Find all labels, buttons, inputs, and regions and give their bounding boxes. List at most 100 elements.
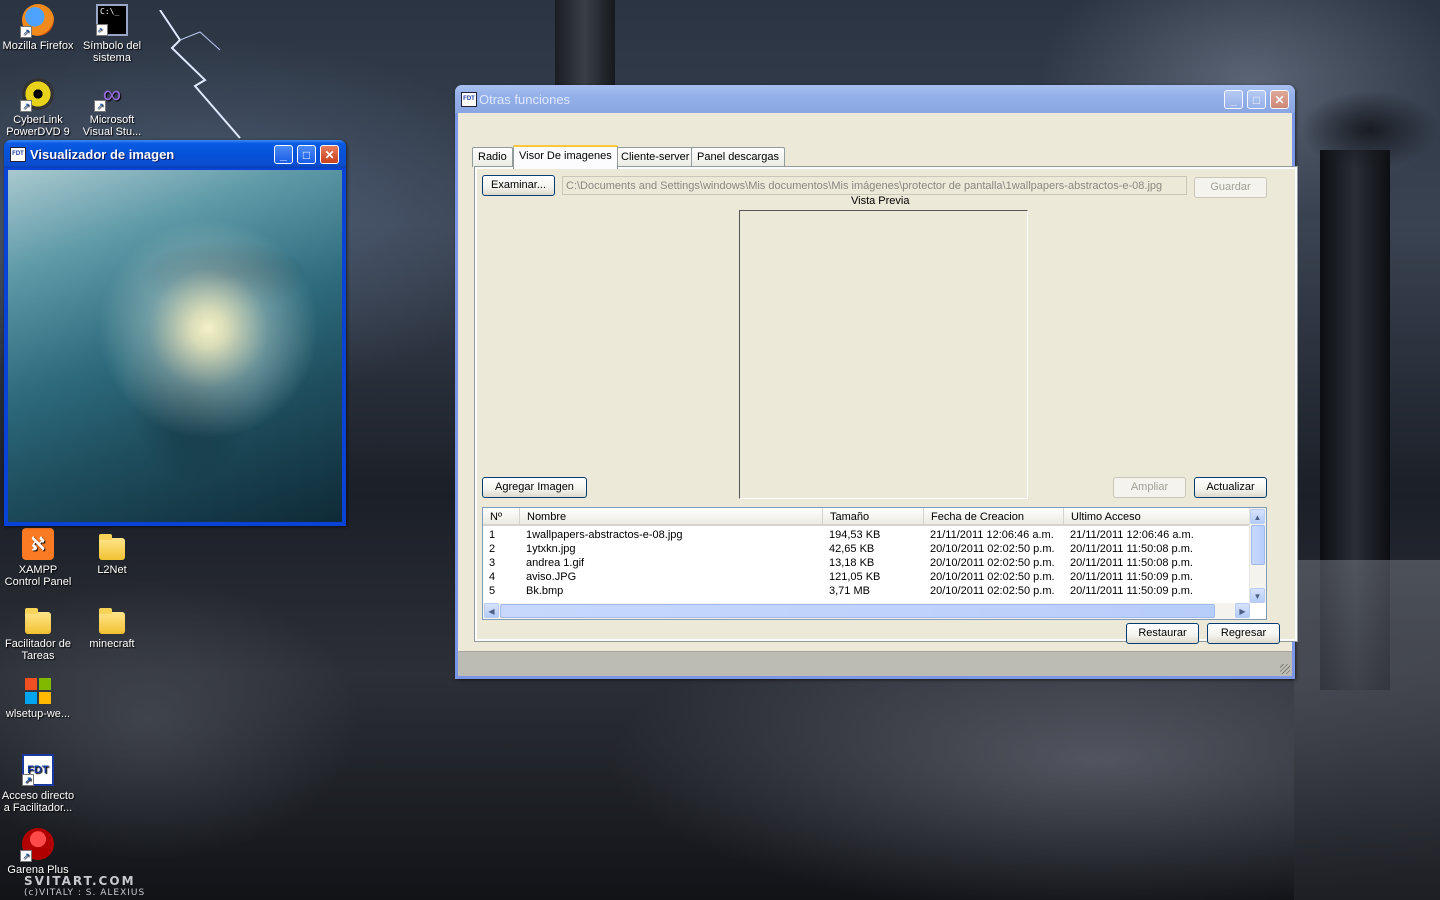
back-button[interactable]: Regresar xyxy=(1207,623,1280,644)
cell-last-access: 20/11/2011 11:50:08 p.m. xyxy=(1070,557,1193,569)
desktop-icon-visual-studio[interactable]: ∞ Microsoft Visual Stu... xyxy=(74,78,150,138)
cell-number: 4 xyxy=(489,571,496,583)
desktop-icon-cmd[interactable]: C:\_ Símbolo del sistema xyxy=(74,4,150,64)
desktop-icon-xampp[interactable]: ℵ XAMPP Control Panel xyxy=(0,528,76,588)
desktop-icon-firefox[interactable]: Mozilla Firefox xyxy=(0,4,76,52)
desktop-icon-fdt-shortcut[interactable]: FDT Acceso directo a Facilitador... xyxy=(0,754,76,814)
desktop-icon-powerdvd[interactable]: CyberLink PowerDVD 9 xyxy=(0,78,76,138)
add-image-button[interactable]: Agregar Imagen xyxy=(482,477,587,498)
vertical-scrollbar[interactable]: ▲ ▼ xyxy=(1249,508,1266,603)
desktop-icon-facilitador[interactable]: Facilitador de Tareas xyxy=(0,606,76,662)
image-viewer-client xyxy=(8,170,342,522)
cell-number: 5 xyxy=(489,585,496,597)
cell-last-access: 20/11/2011 11:50:09 p.m. xyxy=(1070,585,1193,597)
garena-icon xyxy=(20,828,54,862)
column-header-name[interactable]: Nombre xyxy=(520,508,823,526)
cell-last-access: 21/11/2011 12:06:46 a.m. xyxy=(1070,529,1194,541)
fdt-app-icon: FDT xyxy=(10,147,26,162)
table-row[interactable]: 4 aviso.JPG 121,05 KB 20/10/2011 02:02:50 p… xyxy=(483,570,1250,584)
maximize-button[interactable]: □ xyxy=(297,145,316,164)
tab-radio[interactable]: Radio xyxy=(472,147,513,167)
wallpaper-watermark: SVITART.COM (c)VITALY : S. ALEXIUS xyxy=(24,874,146,898)
table-row[interactable]: 5 Bk.bmp 3,71 MB 20/10/2011 02:02:50 p.m. 20… xyxy=(483,584,1250,598)
cell-number: 1 xyxy=(489,529,496,541)
table-row[interactable]: 3 andrea 1.gif 13,18 KB 20/10/2011 02:02:50… xyxy=(483,556,1250,570)
windows-logo-icon xyxy=(25,678,51,704)
cell-created: 20/10/2011 02:02:50 p.m. xyxy=(930,557,1055,569)
displayed-image xyxy=(8,170,342,522)
zoom-button[interactable]: Ampliar xyxy=(1113,477,1186,498)
column-header-last-access[interactable]: Ultimo Acceso xyxy=(1064,508,1250,526)
save-button[interactable]: Guardar xyxy=(1194,177,1267,198)
cell-size: 13,18 KB xyxy=(829,557,875,569)
desktop-icon-wlsetup[interactable]: wlsetup-we... xyxy=(0,678,76,720)
lightning-decoration xyxy=(159,10,241,139)
window-title: Visualizador de imagen xyxy=(30,147,175,162)
cell-created: 20/10/2011 02:02:50 p.m. xyxy=(930,571,1055,583)
powerdvd-icon xyxy=(20,78,54,112)
desktop-icon-garena[interactable]: Garena Plus xyxy=(0,828,76,876)
scroll-down-arrow-icon[interactable]: ▼ xyxy=(1250,588,1265,603)
horizontal-scroll-thumb[interactable] xyxy=(500,604,1215,618)
cell-name: 1ytxkn.jpg xyxy=(526,543,576,555)
preview-box xyxy=(739,210,1028,499)
window-title: Otras funciones xyxy=(479,92,571,107)
cell-name: 1wallpapers-abstractos-e-08.jpg xyxy=(526,529,683,541)
desktop-icon-minecraft[interactable]: minecraft xyxy=(74,606,150,650)
restore-button[interactable]: Restaurar xyxy=(1126,623,1199,644)
folder-icon xyxy=(99,608,125,634)
column-header-number[interactable]: Nº xyxy=(483,508,520,526)
resize-grip-icon[interactable] xyxy=(1280,664,1290,674)
tab-visor-de-imagenes[interactable]: Visor De imagenes xyxy=(513,145,618,169)
folder-icon xyxy=(99,534,125,560)
close-button[interactable]: ✕ xyxy=(320,145,339,164)
folder-icon xyxy=(25,608,51,634)
cmd-icon: C:\_ xyxy=(96,4,128,36)
tab-panel-descargas[interactable]: Panel descargas xyxy=(691,147,785,167)
cell-last-access: 20/11/2011 11:50:08 p.m. xyxy=(1070,543,1193,555)
refresh-button[interactable]: Actualizar xyxy=(1194,477,1267,498)
main-window-client: Radio Visor De imagenes Cliente-server P… xyxy=(458,113,1298,676)
browse-button[interactable]: Examinar... xyxy=(482,175,555,196)
tab-panel: Examinar... C:\Documents and Settings\wi… xyxy=(474,166,1298,642)
close-button[interactable]: ✕ xyxy=(1270,90,1289,109)
cell-size: 121,05 KB xyxy=(829,571,881,583)
minimize-button[interactable]: _ xyxy=(1224,90,1243,109)
table-row[interactable]: 1 1wallpapers-abstractos-e-08.jpg 194,53 K… xyxy=(483,528,1250,542)
cell-created: 20/10/2011 02:02:50 p.m. xyxy=(930,585,1055,597)
cell-size: 42,65 KB xyxy=(829,543,875,555)
minimize-button[interactable]: _ xyxy=(274,145,293,164)
cell-size: 194,53 KB xyxy=(829,529,881,541)
image-viewer-window[interactable]: FDT Visualizador de imagen _ □ ✕ xyxy=(4,140,346,526)
scroll-right-arrow-icon[interactable]: ▶ xyxy=(1235,603,1250,618)
cell-number: 3 xyxy=(489,557,496,569)
cell-created: 21/11/2011 12:06:46 a.m. xyxy=(930,529,1054,541)
scroll-left-arrow-icon[interactable]: ◀ xyxy=(484,603,499,618)
visor-panel: Examinar... C:\Documents and Settings\wi… xyxy=(477,169,1295,639)
status-bar xyxy=(458,651,1292,676)
cell-name: andrea 1.gif xyxy=(526,557,585,569)
path-field[interactable]: C:\Documents and Settings\windows\Mis do… xyxy=(562,176,1187,195)
cell-name: Bk.bmp xyxy=(526,585,564,597)
visual-studio-icon: ∞ xyxy=(94,78,128,112)
column-header-size[interactable]: Tamaño xyxy=(823,508,924,526)
cell-size: 3,71 MB xyxy=(829,585,870,597)
tab-cliente-server[interactable]: Cliente-server xyxy=(615,147,696,167)
main-window[interactable]: FDT Otras funciones _ □ ✕ Radio Visor De… xyxy=(455,85,1298,679)
table-row[interactable]: 2 1ytxkn.jpg 42,65 KB 20/10/2011 02:02:50 p… xyxy=(483,542,1250,556)
scroll-up-arrow-icon[interactable]: ▲ xyxy=(1250,509,1265,524)
horizontal-scrollbar[interactable]: ◀ ▶ xyxy=(483,603,1250,619)
column-header-created[interactable]: Fecha de Creacion xyxy=(924,508,1064,526)
table-header: Nº Nombre Tamaño Fecha de Creacion Ultim… xyxy=(483,508,1250,526)
maximize-button[interactable]: □ xyxy=(1247,90,1266,109)
preview-label: Vista Previa xyxy=(851,195,910,207)
fdt-app-icon: FDT xyxy=(461,92,477,107)
cell-created: 20/10/2011 02:02:50 p.m. xyxy=(930,543,1055,555)
xampp-icon: ℵ xyxy=(22,528,54,560)
image-list-table[interactable]: Nº Nombre Tamaño Fecha de Creacion Ultim… xyxy=(482,507,1267,620)
firefox-icon xyxy=(20,4,54,38)
image-viewer-titlebar[interactable]: FDT Visualizador de imagen _ □ ✕ xyxy=(4,140,346,168)
desktop-icon-l2net[interactable]: L2Net xyxy=(74,532,150,576)
main-window-titlebar[interactable]: FDT Otras funciones _ □ ✕ xyxy=(455,85,1295,113)
vertical-scroll-thumb[interactable] xyxy=(1251,525,1265,565)
